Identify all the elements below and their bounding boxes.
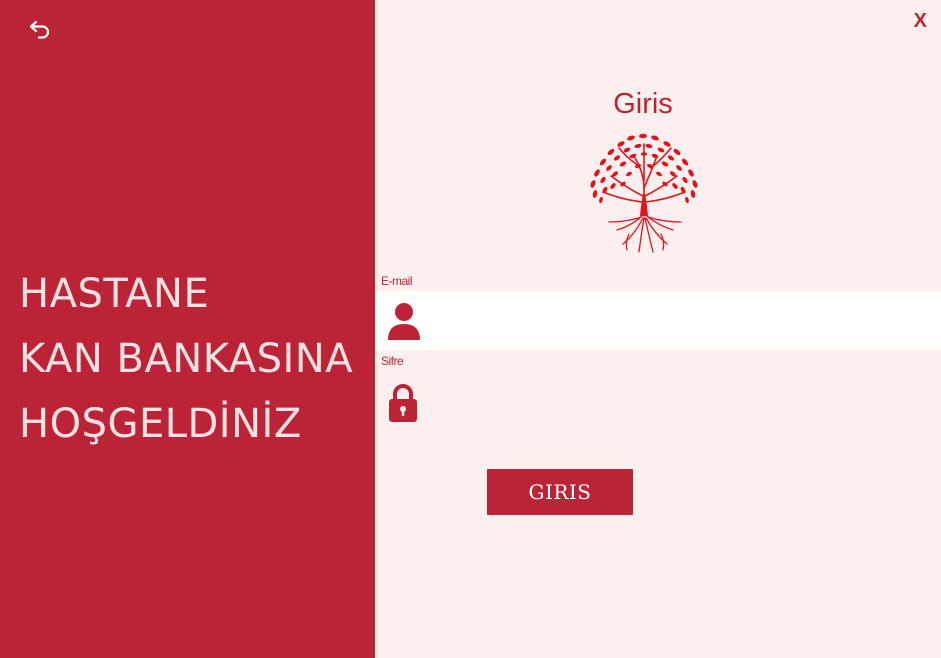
- welcome-text: HASTANE KAN BANKASINA HOŞGELDİNİZ: [19, 262, 353, 457]
- lock-icon: [389, 384, 417, 422]
- login-title: Giris: [613, 88, 673, 120]
- tree-icon: [590, 133, 698, 253]
- login-window: HASTANE KAN BANKASINA HOŞGELDİNİZ X Giri…: [0, 0, 941, 658]
- login-button[interactable]: GIRIS: [487, 469, 633, 515]
- email-field[interactable]: [428, 291, 932, 352]
- welcome-panel: HASTANE KAN BANKASINA HOŞGELDİNİZ: [0, 0, 375, 658]
- undo-arrow-icon[interactable]: [27, 14, 55, 42]
- close-button[interactable]: X: [914, 10, 927, 33]
- welcome-line-1: HASTANE: [19, 271, 210, 317]
- password-label: Sifre: [381, 354, 404, 368]
- email-field-row: [376, 291, 941, 352]
- password-field[interactable]: [428, 375, 932, 433]
- user-icon: [388, 303, 420, 340]
- welcome-line-2: KAN BANKASINA: [19, 336, 354, 382]
- email-label: E-mail: [381, 274, 413, 288]
- welcome-line-3: HOŞGELDİNİZ: [19, 401, 302, 447]
